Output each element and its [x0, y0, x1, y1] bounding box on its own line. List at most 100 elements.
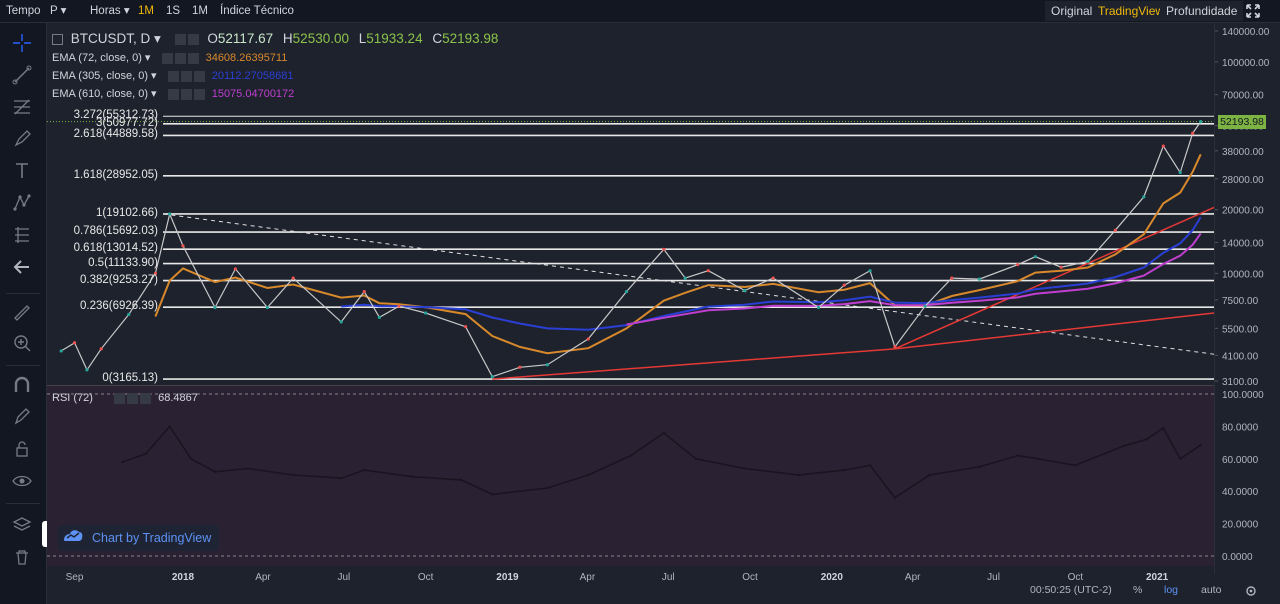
- settings-icon[interactable]: [174, 33, 186, 45]
- rsi-point: [410, 475, 413, 478]
- panel-toggle-icon[interactable]: [52, 33, 63, 45]
- rsi-point: [1179, 457, 1182, 460]
- fib-level-label[interactable]: 1(19102.66): [38, 207, 158, 219]
- rsi-point: [1036, 457, 1040, 460]
- axis-settings-icon[interactable]: [1244, 584, 1258, 601]
- time-tick-label: 2021: [1146, 572, 1169, 583]
- last-price-badge: 52193.98: [1218, 114, 1266, 129]
- price-point: [362, 290, 366, 294]
- fib-level-label[interactable]: 0.618(13014.52): [38, 242, 158, 254]
- fib-level-label[interactable]: 1.618(28952.05): [38, 169, 158, 181]
- price-point: [950, 276, 954, 280]
- close-icon[interactable]: [193, 88, 205, 100]
- ema610-legend: EMA (610, close, 0) ▾ 15075.04700172: [52, 86, 294, 102]
- open-value: 52117.67: [217, 31, 274, 46]
- settings-icon[interactable]: [180, 88, 192, 100]
- rsi-point: [168, 425, 171, 428]
- ema305-legend: EMA (305, close, 0) ▾ 20112.27058681: [52, 68, 293, 84]
- rsi-point: [1199, 443, 1202, 447]
- settings-icon[interactable]: [127, 392, 139, 404]
- rsi-point: [1162, 426, 1165, 430]
- rsi-point: [1145, 438, 1148, 441]
- rsi-point: [928, 473, 931, 477]
- rsi-point: [291, 473, 295, 477]
- fib-level-label[interactable]: 0.5(11133.90): [38, 257, 158, 269]
- price-point: [706, 269, 710, 273]
- eye-icon[interactable]: [167, 70, 179, 82]
- ema72-legend: EMA (72, close, 0) ▾ 34608.26395711: [52, 50, 287, 66]
- fib-level-label[interactable]: 0(3165.13): [38, 372, 158, 384]
- settings-icon[interactable]: [180, 70, 192, 82]
- price-point: [518, 365, 522, 369]
- price-point: [265, 305, 270, 310]
- settings-icon[interactable]: [174, 52, 186, 64]
- rsi-point: [1123, 444, 1126, 448]
- time-tick-label: Apr: [905, 572, 921, 583]
- price-point: [771, 276, 775, 280]
- rsi-point: [587, 473, 590, 477]
- eye-icon[interactable]: [114, 392, 126, 404]
- price-point: [377, 315, 382, 319]
- time-tick-label: 2019: [496, 572, 519, 583]
- rsi-pane-background: [47, 385, 1214, 566]
- rsi-point: [189, 457, 193, 460]
- high-value: 52530.00: [292, 31, 349, 46]
- fib-level-label[interactable]: 0.786(15692.03): [38, 225, 158, 237]
- symbol-name[interactable]: BTCUSDT, D ▾: [71, 31, 161, 46]
- tradingview-watermark[interactable]: Chart by TradingView: [58, 525, 220, 552]
- rsi-label[interactable]: RSI (72): [52, 392, 93, 404]
- price-point: [1086, 259, 1090, 263]
- fib-level-label[interactable]: 0.382(9253.27): [38, 274, 158, 286]
- price-point: [545, 363, 549, 367]
- open-label: O: [207, 31, 218, 46]
- fib-level-label[interactable]: 3(50977.72): [38, 117, 158, 129]
- rsi-point: [546, 486, 549, 490]
- time-tick-label: 2020: [821, 572, 844, 583]
- ema610-value: 15075.04700172: [211, 88, 295, 100]
- rsi-point: [978, 465, 981, 469]
- price-point: [424, 311, 428, 315]
- price-point: [977, 277, 981, 281]
- close-icon[interactable]: [140, 392, 152, 404]
- auto-toggle[interactable]: auto: [1201, 584, 1221, 596]
- visibility-icon[interactable]: [187, 33, 199, 45]
- close-icon[interactable]: [187, 52, 199, 64]
- percent-toggle[interactable]: %: [1133, 584, 1142, 596]
- price-point: [842, 283, 846, 287]
- price-point: [72, 341, 77, 345]
- time-tick-label: 2018: [172, 572, 195, 583]
- rsi-point: [121, 460, 124, 464]
- eye-icon[interactable]: [167, 88, 179, 100]
- time-tick-label: Jul: [337, 572, 350, 583]
- ema305-label[interactable]: EMA (305, close, 0) ▾: [52, 70, 157, 82]
- rsi-point: [491, 493, 494, 496]
- price-point: [1142, 195, 1146, 199]
- price-point: [490, 375, 494, 379]
- rsi-point: [144, 452, 147, 456]
- time-tick-label: Apr: [255, 572, 271, 583]
- rsi-point: [694, 457, 698, 460]
- log-toggle[interactable]: log: [1164, 584, 1178, 596]
- ema610-label[interactable]: EMA (610, close, 0) ▾: [52, 88, 157, 100]
- rsi-point: [843, 468, 846, 472]
- eye-icon[interactable]: [161, 52, 173, 64]
- close-icon[interactable]: [193, 70, 205, 82]
- ema72-value: 34608.26395711: [205, 52, 288, 64]
- low-value: 51933.24: [366, 31, 423, 46]
- rsi-point: [363, 468, 366, 472]
- price-point: [59, 349, 63, 353]
- fib-level-label[interactable]: 2.618(44889.58): [38, 128, 158, 140]
- clock-readout: 00:50:25 (UTC-2): [1030, 584, 1112, 596]
- price-axis[interactable]: [1214, 23, 1280, 574]
- price-point: [464, 325, 468, 329]
- price-point: [127, 312, 131, 317]
- descending-trendline: [163, 213, 1215, 355]
- rsi-point: [339, 477, 343, 480]
- price-point: [683, 276, 687, 280]
- fib-level-label[interactable]: 0.236(6926.39): [38, 300, 158, 312]
- tradingview-logo-icon: [62, 526, 84, 552]
- rsi-point: [662, 431, 666, 435]
- ema72-label[interactable]: EMA (72, close, 0) ▾: [52, 52, 150, 64]
- symbol-legend: BTCUSDT, D ▾ O52117.67 H52530.00 L51933.…: [52, 31, 498, 47]
- rsi-point: [893, 496, 897, 499]
